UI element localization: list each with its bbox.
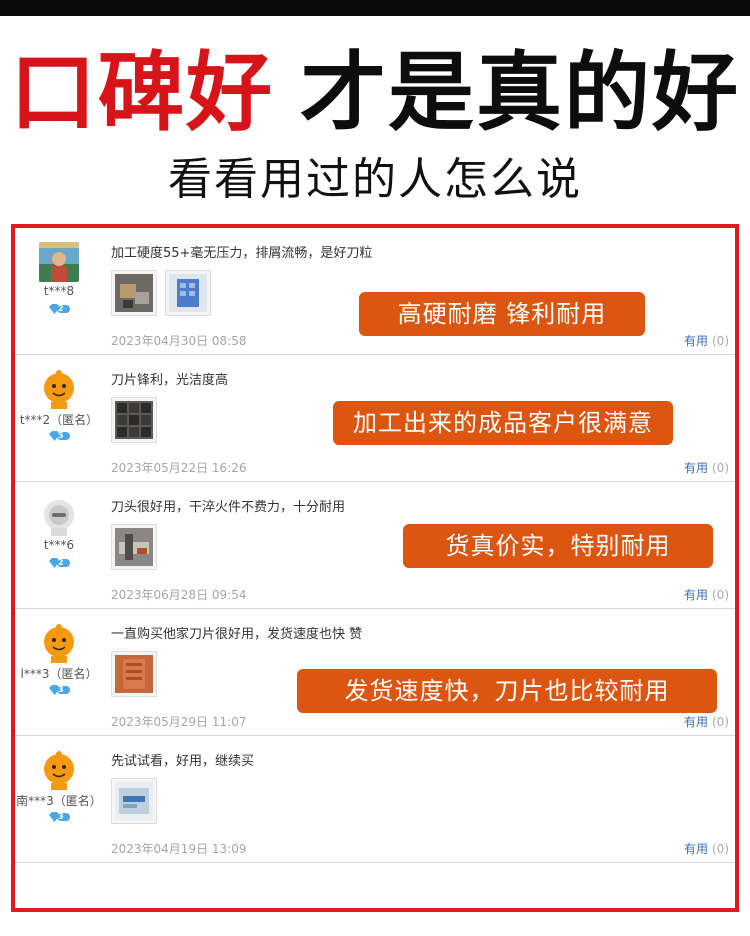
review-comment: 刀头很好用，干淬火件不费力，十分耐用 — [111, 500, 346, 515]
vip-diamond-icon: 2 — [47, 557, 71, 569]
headline-black-text: 才是真的好 — [300, 43, 740, 143]
useful-count: (0) — [712, 334, 729, 348]
vip-diamond-icon: 3 — [47, 811, 71, 823]
user-name: 南***3（匿名） — [16, 794, 102, 808]
review-photo[interactable] — [111, 270, 157, 316]
review-date: 2023年04月30日 08:58 — [111, 334, 247, 348]
useful-count: (0) — [712, 588, 729, 602]
top-bar — [0, 0, 750, 16]
useful-count: (0) — [712, 715, 729, 729]
review-photo[interactable] — [111, 397, 157, 443]
review-date: 2023年05月22日 16:26 — [111, 461, 247, 475]
subheadline: 看看用过的人怎么说 — [168, 154, 582, 205]
user-name: t***6 — [43, 538, 75, 552]
vip-level: 3 — [58, 685, 64, 694]
user-avatar — [39, 623, 79, 663]
review-item: 南***3（匿名） 3 先试试看，好用，继续买 2023年04月19日 13:0… — [15, 736, 735, 863]
useful-button[interactable]: 有用 (0) — [684, 586, 729, 603]
useful-label: 有用 — [683, 461, 708, 475]
vip-level: 3 — [58, 812, 64, 821]
useful-count: (0) — [712, 842, 729, 856]
reviews-frame: t***8 2 加工硬度55+毫无压力，排屑流畅，是好刀粒 2023年04月30… — [11, 224, 739, 912]
vip-diamond-icon: 3 — [47, 684, 71, 696]
useful-label: 有用 — [683, 715, 708, 729]
user-avatar — [39, 496, 79, 536]
useful-button[interactable]: 有用 (0) — [684, 332, 729, 349]
review-date: 2023年05月29日 11:07 — [111, 715, 247, 729]
vip-diamond-icon: 2 — [47, 303, 71, 315]
review-comment: 先试试看，好用，继续买 — [111, 754, 255, 769]
user-name: l***3（匿名） — [20, 667, 98, 681]
review-date: 2023年06月28日 09:54 — [111, 588, 247, 602]
review-photo[interactable] — [165, 270, 211, 316]
vip-diamond-icon: 5 — [47, 430, 71, 442]
review-date: 2023年04月19日 13:09 — [111, 842, 247, 856]
user-name: t***2（匿名） — [19, 413, 99, 427]
useful-button[interactable]: 有用 (0) — [684, 840, 729, 857]
review-item: l***3（匿名） 3 一直购买他家刀片很好用，发货速度也快 赞 2023年05… — [15, 609, 735, 736]
vip-level: 5 — [58, 431, 64, 440]
user-avatar — [39, 750, 79, 790]
useful-button[interactable]: 有用 (0) — [684, 713, 729, 730]
useful-label: 有用 — [683, 588, 708, 602]
vip-level: 2 — [58, 558, 64, 567]
highlight-badge: 发货速度快，刀片也比较耐用 — [297, 669, 717, 713]
useful-button[interactable]: 有用 (0) — [684, 459, 729, 476]
user-avatar — [39, 242, 79, 282]
useful-label: 有用 — [683, 842, 708, 856]
highlight-badge: 高硬耐磨 锋利耐用 — [359, 292, 645, 336]
review-photo[interactable] — [111, 651, 157, 697]
review-comment: 加工硬度55+毫无压力，排屑流畅，是好刀粒 — [111, 246, 373, 261]
headline: 口碑好 才是真的好 — [0, 38, 750, 148]
useful-label: 有用 — [683, 334, 708, 348]
vip-level: 2 — [58, 304, 64, 313]
review-comment: 一直购买他家刀片很好用，发货速度也快 赞 — [111, 627, 363, 642]
highlight-badge: 加工出来的成品客户很满意 — [333, 401, 673, 445]
useful-count: (0) — [712, 461, 729, 475]
review-item: t***6 2 刀头很好用，干淬火件不费力，十分耐用 2023年06月28日 0… — [15, 482, 735, 609]
headline-red-text: 口碑好 — [10, 43, 274, 143]
review-item: t***2（匿名） 5 刀片锋利，光洁度高 2023年05月22日 16:26 … — [15, 355, 735, 482]
review-comment: 刀片锋利，光洁度高 — [111, 373, 229, 388]
user-avatar — [39, 369, 79, 409]
user-name: t***8 — [43, 284, 75, 298]
highlight-badge: 货真价实，特别耐用 — [403, 524, 713, 568]
review-photo[interactable] — [111, 778, 157, 824]
review-item: t***8 2 加工硬度55+毫无压力，排屑流畅，是好刀粒 2023年04月30… — [15, 228, 735, 355]
review-photo[interactable] — [111, 524, 157, 570]
